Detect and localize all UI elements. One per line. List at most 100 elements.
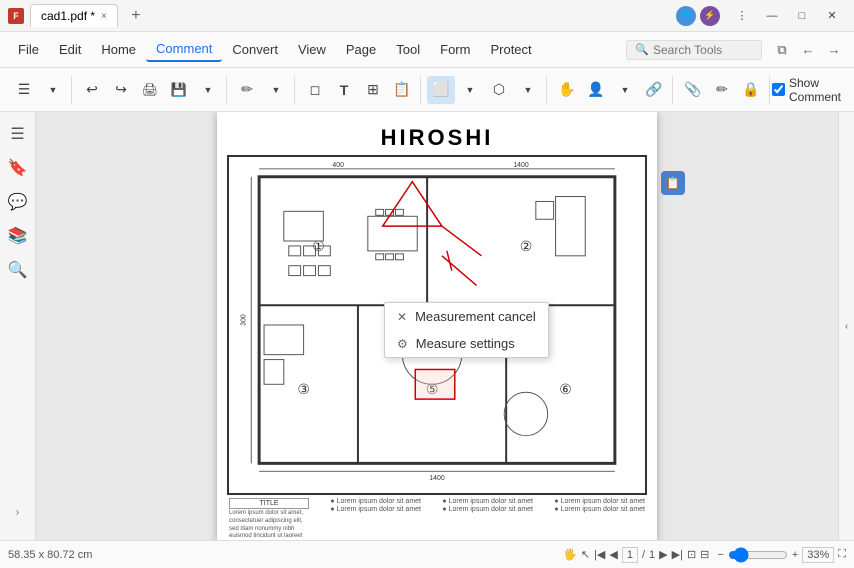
canvas-area[interactable]: HIROSHI ① ② [36, 112, 838, 540]
tool-group-4: ◻ T ⊞ 📋 [297, 76, 421, 104]
context-menu-settings[interactable]: ⚙ Measure settings [385, 330, 548, 357]
footer-text: Lorem ipsum dolor sit amet, consectetuer… [229, 510, 309, 540]
tool-print-button[interactable]: 🖨 [136, 76, 164, 104]
fit-page-button[interactable]: ⊟ [700, 548, 709, 561]
menu-form[interactable]: Form [430, 38, 480, 61]
tool-text-button[interactable]: T [330, 76, 358, 104]
page-forward-button[interactable]: ▶ [659, 548, 667, 561]
footer-item-5: Lorem ipsum dolor sit amet [561, 498, 645, 505]
tool-clip-button[interactable]: 📎 [679, 76, 707, 104]
tool-person-button[interactable]: 👤 [582, 76, 610, 104]
tool-dropdown-6[interactable]: ▼ [611, 76, 639, 104]
zoom-controls: − + 33% ⛶ [717, 547, 846, 563]
page-back-button[interactable]: ◀ [609, 548, 617, 561]
dimensions-label: 58.35 x 80.72 cm [8, 549, 92, 561]
sidebar-icon-search[interactable]: 🔍 [4, 256, 32, 284]
status-bar: 58.35 x 80.72 cm 🖐 ↖ |◀ ◀ 1 / 1 ▶ ▶| ⊡ ⊟… [0, 540, 854, 568]
tool-link-button[interactable]: 🔗 [640, 76, 668, 104]
tool-menu-button[interactable]: ☰ [10, 76, 38, 104]
context-menu[interactable]: ✕ Measurement cancel ⚙ Measure settings [384, 302, 549, 358]
menu-home[interactable]: Home [91, 38, 146, 61]
menu-page[interactable]: Page [336, 38, 386, 61]
zoom-out-button[interactable]: − [717, 549, 723, 561]
current-page[interactable]: 1 [622, 547, 638, 563]
footer-item-3: Lorem ipsum dolor sit amet [337, 506, 421, 513]
nav-back-button[interactable]: ← [796, 38, 820, 62]
fit-width-button[interactable]: ⊡ [687, 548, 696, 561]
tool-dropdown-2[interactable]: ▼ [194, 76, 222, 104]
menu-file[interactable]: File [8, 38, 49, 61]
tool-stamp-button[interactable]: 📋 [388, 76, 416, 104]
next-page-button[interactable]: ▶| [672, 548, 683, 561]
zoom-in-button[interactable]: + [792, 549, 798, 561]
show-comment-toggle[interactable]: Show Comment [772, 76, 848, 104]
show-comment-label: Show Comment [789, 76, 848, 104]
show-comment-checkbox[interactable] [772, 83, 785, 96]
search-tools-box[interactable]: 🔍 [626, 40, 762, 60]
menu-tool[interactable]: Tool [386, 38, 430, 61]
context-menu-cancel[interactable]: ✕ Measurement cancel [385, 303, 548, 330]
hand-tool-icon[interactable]: 🖐 [563, 548, 577, 561]
window-controls: ⋮ — □ ✕ [728, 6, 846, 26]
active-tab[interactable]: cad1.pdf * × [30, 4, 118, 27]
prev-page-button[interactable]: |◀ [594, 548, 605, 561]
more-button[interactable]: ⋮ [728, 6, 756, 26]
search-tools-input[interactable] [653, 43, 753, 57]
menu-convert[interactable]: Convert [222, 38, 288, 61]
menu-edit[interactable]: Edit [49, 38, 91, 61]
tool-grid-button[interactable]: ⊞ [359, 76, 387, 104]
tool-rect-button[interactable]: ⬜ [427, 76, 455, 104]
title-bar-left: F cad1.pdf * × + [8, 4, 148, 28]
tool-dropdown-4[interactable]: ▼ [456, 76, 484, 104]
menu-bar: File Edit Home Comment Convert View Page… [0, 32, 854, 68]
svg-text:400: 400 [332, 162, 344, 169]
add-tab-button[interactable]: + [124, 4, 148, 28]
nav-forward-button[interactable]: → [822, 38, 846, 62]
tool-lock-button[interactable]: 🔒 [737, 76, 765, 104]
sidebar-icon-menu[interactable]: ☰ [4, 120, 32, 148]
settings-icon: ⚙ [397, 337, 408, 351]
tool-dropdown-5[interactable]: ▼ [514, 76, 542, 104]
title-bar: F cad1.pdf * × + 🌐 ⚡ ⋮ — □ ✕ [0, 0, 854, 32]
tab-close-button[interactable]: × [101, 11, 107, 22]
tool-redo-button[interactable]: ↪ [107, 76, 135, 104]
svg-text:1400: 1400 [513, 162, 529, 169]
minimize-button[interactable]: — [758, 6, 786, 26]
tool-pen-button[interactable]: ✏ [233, 76, 261, 104]
svg-text:1400: 1400 [429, 475, 445, 482]
tool-erase-button[interactable]: ◻ [301, 76, 329, 104]
sidebar-icon-layers[interactable]: 📚 [4, 222, 32, 250]
tool-hand-button[interactable]: ✋ [553, 76, 581, 104]
maximize-button[interactable]: □ [788, 6, 816, 26]
cancel-icon: ✕ [397, 310, 407, 324]
menu-view[interactable]: View [288, 38, 336, 61]
profile-icon-2[interactable]: ⚡ [700, 6, 720, 26]
profile-icon-1[interactable]: 🌐 [676, 6, 696, 26]
tool-shape-button[interactable]: ⬡ [485, 76, 513, 104]
fullscreen-button[interactable]: ⛶ [838, 548, 846, 561]
tool-dropdown-3[interactable]: ▼ [262, 76, 290, 104]
tool-undo-button[interactable]: ↩ [78, 76, 106, 104]
zoom-slider[interactable] [728, 547, 788, 563]
sidebar-icon-bookmark[interactable]: 🔖 [4, 154, 32, 182]
menu-comment[interactable]: Comment [146, 37, 222, 62]
panel-icon[interactable]: 📋 [661, 171, 685, 195]
tool-dropdown-1[interactable]: ▼ [39, 76, 67, 104]
toolbar: ☰ ▼ ↩ ↪ 🖨 💾 ▼ ✏ ▼ ◻ T ⊞ 📋 ⬜ ▼ ⬡ ▼ ✋ 👤 ▼ … [0, 68, 854, 112]
zoom-level-label[interactable]: 33% [802, 547, 834, 563]
close-button[interactable]: ✕ [818, 6, 846, 26]
footer-item-4: Lorem ipsum dolor sit amet [449, 506, 533, 513]
table-title-label: TITLE [229, 498, 309, 509]
tool-save-button[interactable]: 💾 [165, 76, 193, 104]
menu-protect[interactable]: Protect [480, 38, 541, 61]
tool-edit-button[interactable]: ✏ [708, 76, 736, 104]
search-icon: 🔍 [635, 43, 649, 56]
right-sidebar-toggle[interactable]: ‹ [845, 321, 848, 332]
tool-group-6: ✋ 👤 ▼ 🔗 [549, 76, 673, 104]
right-sidebar: ‹ [838, 112, 854, 540]
sidebar-collapse-button[interactable]: › [10, 492, 26, 532]
svg-text:⑥: ⑥ [559, 381, 571, 397]
sidebar-icon-comment[interactable]: 💬 [4, 188, 32, 216]
nav-external-button[interactable]: ⧉ [770, 38, 794, 62]
cursor-tool-icon[interactable]: ↖ [581, 548, 590, 561]
